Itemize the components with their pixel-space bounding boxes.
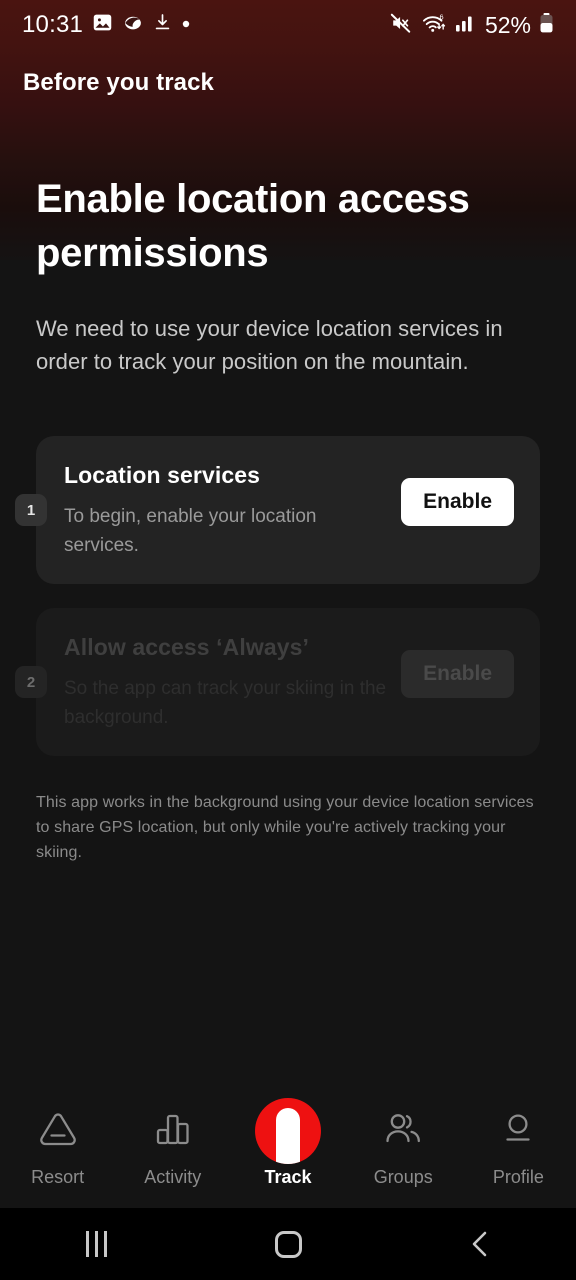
step-number-label: 1 [26, 501, 36, 519]
bottom-tab-bar: Resort Activity Track Groups Profile [0, 1078, 576, 1208]
headline: Enable location access permissions [36, 177, 470, 275]
permission-step-text: Allow access ‘Always’ So the app can tra… [64, 632, 401, 732]
wifi-6-icon: 6 [421, 12, 447, 39]
person-icon [497, 1101, 539, 1157]
main-content: Enable location access permissions We ne… [0, 150, 576, 865]
android-system-nav [0, 1208, 576, 1280]
tab-label-resort: Resort [31, 1167, 85, 1187]
background-usage-disclaimer: This app works in the background using y… [36, 794, 534, 861]
home-icon[interactable] [192, 1230, 384, 1258]
recents-icon[interactable] [0, 1231, 192, 1257]
tab-activity[interactable]: Activity [115, 1078, 230, 1208]
download-icon [153, 12, 172, 38]
enable-always-access-button: Enable [401, 650, 514, 698]
status-bar-clock: 10:31 [22, 11, 84, 38]
samsung-internet-icon [122, 12, 144, 38]
permission-step-card: 1 Location services To begin, enable you… [15, 436, 540, 584]
status-bar: 10:31 6 52% [0, 0, 576, 50]
bar-chart-icon [152, 1101, 194, 1157]
mountain-icon [35, 1101, 81, 1157]
step-number-badge: 2 [15, 666, 47, 698]
cellular-signal-icon [455, 12, 477, 38]
recents-glyph [85, 1231, 107, 1257]
tab-resort[interactable]: Resort [0, 1078, 115, 1208]
tab-track[interactable]: Track [230, 1078, 345, 1208]
track-pill [276, 1107, 300, 1164]
permission-step-title: Allow access ‘Always’ [64, 634, 310, 660]
permission-step-title: Location services [64, 462, 261, 488]
tab-label-groups: Groups [373, 1167, 433, 1187]
svg-text:6: 6 [439, 12, 443, 21]
permission-step-subtitle: To begin, enable your location services. [64, 506, 317, 556]
status-bar-left: 10:31 [22, 11, 191, 39]
permission-step-subtitle: So the app can track your skiing in the … [64, 678, 387, 728]
enable-location-services-button[interactable]: Enable [401, 478, 514, 526]
mute-icon [389, 12, 413, 39]
back-icon[interactable] [384, 1229, 576, 1259]
page-title: Before you track [23, 69, 214, 96]
dot-icon [181, 16, 191, 34]
battery-icon [539, 12, 554, 39]
home-glyph [274, 1230, 302, 1258]
tab-label-activity: Activity [144, 1167, 202, 1187]
permission-step-card: 2 Allow access ‘Always’ So the app can t… [15, 608, 540, 756]
tab-groups[interactable]: Groups [346, 1078, 461, 1208]
tab-profile[interactable]: Profile [461, 1078, 576, 1208]
permission-step-text: Location services To begin, enable your … [64, 460, 401, 560]
battery-percent-label: 52% [484, 11, 531, 38]
permission-steps-list: 1 Location services To begin, enable you… [15, 436, 540, 756]
step-number-label: 2 [26, 673, 36, 691]
phone-screen: 10:31 6 52% Before you track Enable loca… [0, 0, 576, 1280]
step-number-badge: 1 [15, 494, 47, 526]
tab-label-profile: Profile [492, 1167, 544, 1187]
back-glyph [472, 1231, 487, 1257]
page-header: Before you track [0, 58, 576, 108]
track-icon [255, 1097, 321, 1164]
status-bar-right: 6 52% [389, 12, 554, 39]
tab-label-track: Track [264, 1167, 312, 1187]
subcopy: We need to use your device location serv… [36, 316, 503, 374]
track-circle [255, 1097, 321, 1164]
image-icon [92, 12, 113, 38]
people-icon [380, 1101, 426, 1157]
